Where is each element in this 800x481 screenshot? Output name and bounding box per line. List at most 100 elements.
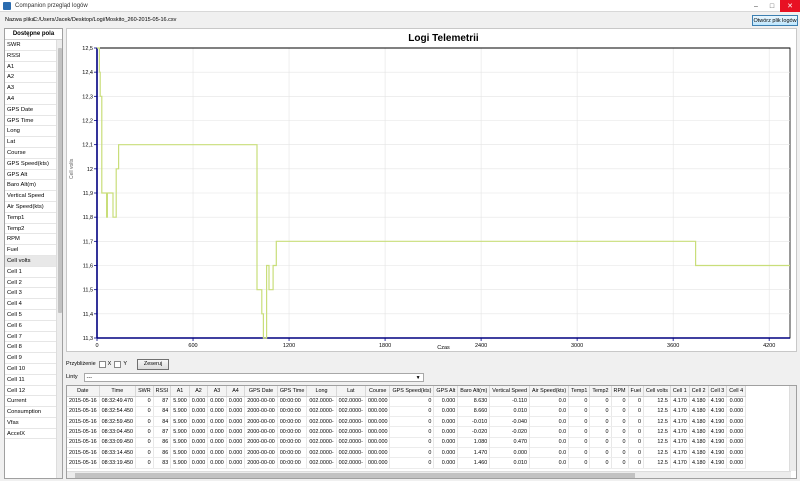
field-item[interactable]: Consumption: [5, 407, 56, 418]
table-cell: 0: [389, 457, 435, 469]
column-header[interactable]: Lat: [336, 386, 366, 397]
column-header[interactable]: GPS Time: [277, 386, 308, 397]
table-horizontal-scrollbar[interactable]: [67, 471, 791, 478]
column-header[interactable]: Cell 3: [708, 386, 728, 397]
column-header[interactable]: GPS Date: [244, 386, 278, 397]
field-item[interactable]: SWR: [5, 40, 56, 51]
column-header[interactable]: Cell volts: [643, 386, 671, 397]
column-header[interactable]: Temp2: [589, 386, 612, 397]
column-header[interactable]: Cell 4: [726, 386, 747, 397]
field-list-scroll-thumb[interactable]: [58, 48, 62, 313]
column-header[interactable]: Air Speed(kts): [529, 386, 570, 397]
zoom-x-checkbox[interactable]: [98, 360, 106, 368]
column-header[interactable]: Temp1: [568, 386, 591, 397]
field-item[interactable]: AccelX: [5, 429, 56, 440]
field-item[interactable]: Vertical Speed: [5, 191, 56, 202]
field-item[interactable]: Cell 4: [5, 299, 56, 310]
field-item[interactable]: Cell 3: [5, 288, 56, 300]
table-cell: 0: [568, 437, 591, 448]
file-name-label: Nazwa pliku: [5, 17, 35, 23]
field-item[interactable]: RSSI: [5, 51, 56, 62]
table-cell: 87: [153, 396, 172, 407]
table-row[interactable]: 2015-05-16 08:32:59.450 0 84 5.900 0.000 0.000…: [67, 416, 747, 428]
table-cell: 0: [135, 396, 154, 407]
field-item[interactable]: Baro Alt(m): [5, 180, 56, 192]
table-row[interactable]: 2015-05-16 08:33:04.450 0 87 5.900 0.000 0.000…: [67, 426, 747, 438]
table-cell: 002.0000-: [336, 396, 366, 407]
field-item[interactable]: Cell 9: [5, 353, 56, 364]
field-item[interactable]: Air Speed(kts): [5, 202, 56, 213]
field-item[interactable]: GPS Alt: [5, 170, 56, 181]
table-cell: 0.000: [726, 406, 747, 418]
table-cell: 0.000: [226, 426, 246, 438]
column-header[interactable]: Course: [365, 386, 391, 397]
field-item[interactable]: Temp1: [5, 213, 56, 224]
field-item[interactable]: A4: [5, 94, 56, 105]
column-header[interactable]: Long: [306, 386, 337, 397]
reset-zoom-button[interactable]: Zeseruj: [137, 358, 169, 370]
table-cell: 0: [628, 416, 645, 428]
column-header[interactable]: Date: [67, 386, 100, 397]
open-log-button[interactable]: Otwórz plik logów: [752, 15, 798, 26]
table-row[interactable]: 2015-05-16 08:33:19.450 0 83 5.900 0.000 0.000…: [67, 457, 747, 469]
field-item[interactable]: GPS Date: [5, 105, 56, 116]
table-row[interactable]: 2015-05-16 08:32:54.450 0 84 5.900 0.000 0.000…: [67, 406, 747, 418]
column-header[interactable]: GPS Alt: [433, 386, 459, 397]
table-row[interactable]: 2015-05-16 08:33:14.450 0 86 5.900 0.000 0.000…: [67, 447, 747, 459]
chart-svg[interactable]: 0 600 1200 1800 2400 3000 3600 4200 11,3 11,4 11,5…: [67, 29, 796, 351]
table-vertical-scrollbar[interactable]: [789, 386, 796, 471]
field-item[interactable]: Temp2: [5, 224, 56, 235]
field-item[interactable]: Fuel: [5, 245, 56, 256]
column-header[interactable]: Time: [99, 386, 137, 397]
column-header[interactable]: GPS Speed(kts): [389, 386, 435, 397]
telemetry-chart[interactable]: 0 600 1200 1800 2400 3000 3600 4200 11,3 11,4 11,5…: [66, 28, 797, 352]
field-item[interactable]: Cell 6: [5, 321, 56, 332]
zoom-y-checkbox[interactable]: [114, 360, 122, 368]
field-item[interactable]: A1: [5, 62, 56, 73]
x-tick-label: 4200: [763, 343, 775, 349]
field-item[interactable]: Current: [5, 396, 56, 408]
field-item[interactable]: Cell 12: [5, 386, 56, 397]
field-item[interactable]: Cell 5: [5, 310, 56, 321]
field-item[interactable]: Cell 2: [5, 278, 56, 289]
field-item[interactable]: Cell volts: [5, 255, 56, 267]
field-item[interactable]: Cell 11: [5, 375, 56, 386]
table-horizontal-scroll-thumb[interactable]: [75, 473, 635, 478]
column-header[interactable]: Vertical Speed: [489, 386, 531, 397]
table-cell: 08:32:54.450: [99, 406, 137, 418]
field-item[interactable]: Cell 8: [5, 342, 56, 354]
column-header[interactable]: A3: [207, 386, 227, 397]
column-header[interactable]: RSSI: [153, 386, 172, 397]
minimize-button[interactable]: –: [748, 0, 764, 12]
close-button[interactable]: ✕: [780, 0, 800, 12]
field-item[interactable]: Lat: [5, 137, 56, 148]
lines-select[interactable]: --- ▼: [83, 372, 424, 382]
field-item[interactable]: Cell 7: [5, 332, 56, 343]
column-header[interactable]: RPM: [611, 386, 629, 397]
column-header[interactable]: A1: [170, 386, 190, 397]
table-row[interactable]: 2015-05-16 08:33:09.450 0 86 5.900 0.000 0.000…: [67, 437, 747, 448]
field-item[interactable]: Course: [5, 148, 56, 159]
field-item[interactable]: Vfas: [5, 418, 56, 429]
table-cell: 5.900: [170, 406, 190, 418]
field-item[interactable]: GPS Speed(kts): [5, 159, 56, 170]
field-item[interactable]: Long: [5, 126, 56, 138]
field-item[interactable]: Cell 1: [5, 267, 56, 278]
field-item[interactable]: A2: [5, 72, 56, 84]
column-header[interactable]: SWR: [135, 386, 154, 397]
column-header[interactable]: Cell 2: [689, 386, 709, 397]
column-header[interactable]: Baro Alt(m): [457, 386, 491, 397]
column-header[interactable]: Fuel: [628, 386, 645, 397]
field-item[interactable]: GPS Time: [5, 116, 56, 127]
table-cell: 0: [389, 426, 435, 438]
table-row[interactable]: 2015-05-16 08:32:49.470 0 87 5.900 0.000 0.000…: [67, 396, 747, 407]
field-item[interactable]: A3: [5, 83, 56, 94]
field-item[interactable]: RPM: [5, 234, 56, 246]
field-list-scrollbar[interactable]: [56, 40, 62, 478]
table-cell: 00:00:00: [277, 426, 308, 438]
maximize-button[interactable]: □: [764, 0, 780, 12]
column-header[interactable]: A4: [226, 386, 246, 397]
column-header[interactable]: Cell 1: [670, 386, 690, 397]
field-item[interactable]: Cell 10: [5, 364, 56, 375]
column-header[interactable]: A2: [189, 386, 209, 397]
